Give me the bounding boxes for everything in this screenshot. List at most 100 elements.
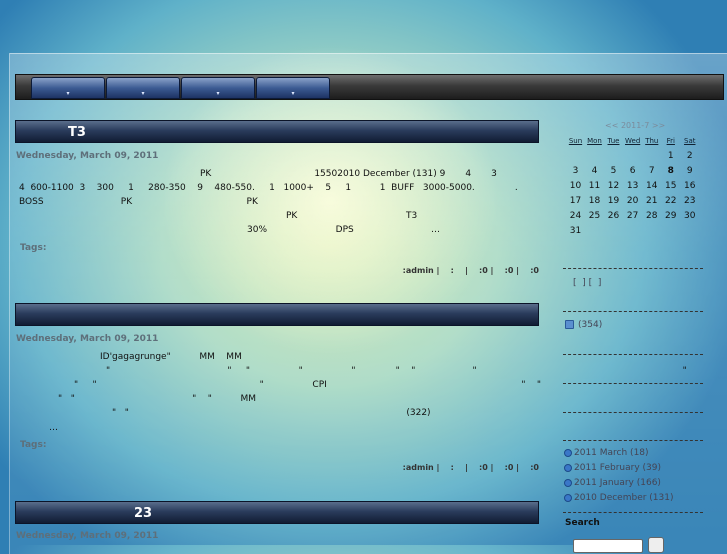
sidebar-links[interactable]: [ ] [ ] <box>573 278 601 288</box>
bullet-icon <box>564 493 572 502</box>
search-label: Search <box>565 518 600 528</box>
calendar-day[interactable]: 27 <box>623 208 642 223</box>
calendar-day[interactable]: 16 <box>680 178 699 193</box>
calendar-day[interactable]: 8 <box>661 163 680 178</box>
rss-icon <box>565 320 574 329</box>
sidebar-divider <box>563 311 703 312</box>
calendar-day <box>623 223 642 238</box>
post-title-bar[interactable] <box>15 303 539 326</box>
post-title[interactable]: T3 <box>68 121 86 144</box>
chevron-down-icon: ▾ <box>66 90 70 97</box>
calendar-week-row: 3456789 <box>566 163 699 178</box>
sidebar-divider <box>563 412 703 413</box>
weekday-mon: Mon <box>587 137 602 145</box>
nav-tab-4[interactable]: ▾ <box>256 77 330 99</box>
weekday-sun: Sun <box>568 137 583 145</box>
chevron-down-icon: ▾ <box>141 90 145 97</box>
calendar-day <box>642 223 661 238</box>
calendar-week-row: 12 <box>566 148 699 163</box>
post-title-bar[interactable]: 23 <box>15 501 539 524</box>
calendar-day[interactable]: 13 <box>623 178 642 193</box>
calendar-day <box>585 148 604 163</box>
calendar-day[interactable]: 26 <box>604 208 623 223</box>
weekday-tue: Tue <box>607 137 620 145</box>
search-input[interactable] <box>573 539 643 553</box>
sidebar-divider <box>563 354 703 355</box>
calendar-day[interactable]: 31 <box>566 223 585 238</box>
calendar-day[interactable]: 4 <box>585 163 604 178</box>
nav-tab-2[interactable]: ▾ <box>106 77 180 99</box>
calendar-table: Sun Mon Tue Wed Thu Fri Sat 1 2 3 4 5 6 7 8 9 10 1… <box>566 134 699 238</box>
calendar-week-row: 10 11 12 13 14 15 16 <box>566 178 699 193</box>
sidebar-divider <box>563 512 703 513</box>
post-body-line: PK 15502010 December (131) 9 4 3 <box>200 169 497 179</box>
calendar-day[interactable]: 23 <box>680 193 699 208</box>
post-body-line: BOSS PK PK <box>19 197 258 207</box>
calendar-day <box>604 148 623 163</box>
post-body-line: PK T3 <box>286 211 418 221</box>
post-meta[interactable]: :admin | : | :0 | :0 | :0 <box>403 463 539 472</box>
search-button[interactable] <box>648 537 664 553</box>
calendar-day[interactable]: 14 <box>642 178 661 193</box>
post-date: Wednesday, March 09, 2011 <box>16 531 159 541</box>
weekday-wed: Wed <box>625 137 641 145</box>
calendar-day[interactable]: 18 <box>585 193 604 208</box>
weekday-fri: Fri <box>666 137 675 145</box>
post-body-line: … <box>49 423 58 433</box>
calendar-week-row: 31 <box>566 223 699 238</box>
post-date: Wednesday, March 09, 2011 <box>16 151 159 161</box>
chevron-down-icon: ▾ <box>216 90 220 97</box>
calendar-day[interactable]: 24 <box>566 208 585 223</box>
archive-item[interactable]: 2010 December (131) <box>564 493 674 503</box>
calendar-day[interactable]: 6 <box>623 163 642 178</box>
post-date: Wednesday, March 09, 2011 <box>16 334 159 344</box>
calendar-day[interactable]: 9 <box>680 163 699 178</box>
post-meta[interactable]: :admin | : | :0 | :0 | :0 <box>403 266 539 275</box>
archive-item[interactable]: 2011 February (39) <box>564 463 661 473</box>
calendar-day[interactable]: 7 <box>642 163 661 178</box>
calendar-day[interactable]: 30 <box>680 208 699 223</box>
calendar-day <box>661 223 680 238</box>
calendar-day[interactable]: 10 <box>566 178 585 193</box>
calendar-day[interactable]: 12 <box>604 178 623 193</box>
calendar-day[interactable]: 3 <box>566 163 585 178</box>
calendar-day[interactable]: 25 <box>585 208 604 223</box>
archive-item[interactable]: 2011 March (18) <box>564 448 649 458</box>
calendar-day[interactable]: 20 <box>623 193 642 208</box>
calendar-day <box>623 148 642 163</box>
calendar-week-row: 24 25 26 27 28 29 30 <box>566 208 699 223</box>
calendar-day[interactable]: 1 <box>661 148 680 163</box>
calendar-header[interactable]: << 2011-7 >> <box>605 121 665 130</box>
nav-tab-1[interactable]: ▾ <box>31 77 105 99</box>
post-tags-label: Tags: <box>20 243 47 253</box>
calendar-day <box>566 148 585 163</box>
post-body-line: 4 600-1100 3 300 1 280-350 9 480-550. 1 … <box>19 183 518 193</box>
post-body-line: 30% DPS … <box>247 225 440 235</box>
post-title[interactable]: 23 <box>134 502 152 525</box>
calendar-day[interactable]: 5 <box>604 163 623 178</box>
calendar-day[interactable]: 22 <box>661 193 680 208</box>
calendar-day[interactable]: 17 <box>566 193 585 208</box>
post-body-line: " " (322) <box>112 408 431 418</box>
calendar-day[interactable]: 19 <box>604 193 623 208</box>
bullet-icon <box>564 463 572 472</box>
post-body-line: " " " " " " " " " <box>106 366 687 376</box>
calendar-day[interactable]: 2 <box>680 148 699 163</box>
calendar-day <box>642 148 661 163</box>
post-tags-label: Tags: <box>20 440 47 450</box>
calendar-day[interactable]: 29 <box>661 208 680 223</box>
nav-tab-3[interactable]: ▾ <box>181 77 255 99</box>
archive-item[interactable]: 2011 January (166) <box>564 478 661 488</box>
sidebar-divider <box>563 383 703 384</box>
rss-feed-link[interactable]: (354) <box>565 320 602 330</box>
chevron-down-icon: ▾ <box>291 90 295 97</box>
weekday-thu: Thu <box>645 137 659 145</box>
calendar-week-row: 17 18 19 20 21 22 23 <box>566 193 699 208</box>
post-title-bar[interactable]: T3 <box>15 120 539 143</box>
calendar-day[interactable]: 11 <box>585 178 604 193</box>
calendar-day[interactable]: 21 <box>642 193 661 208</box>
calendar-day[interactable]: 28 <box>642 208 661 223</box>
calendar-day[interactable]: 15 <box>661 178 680 193</box>
post-body-line: ID'gagagrunge" MM MM <box>100 352 242 362</box>
weekday-sat: Sat <box>684 137 696 145</box>
